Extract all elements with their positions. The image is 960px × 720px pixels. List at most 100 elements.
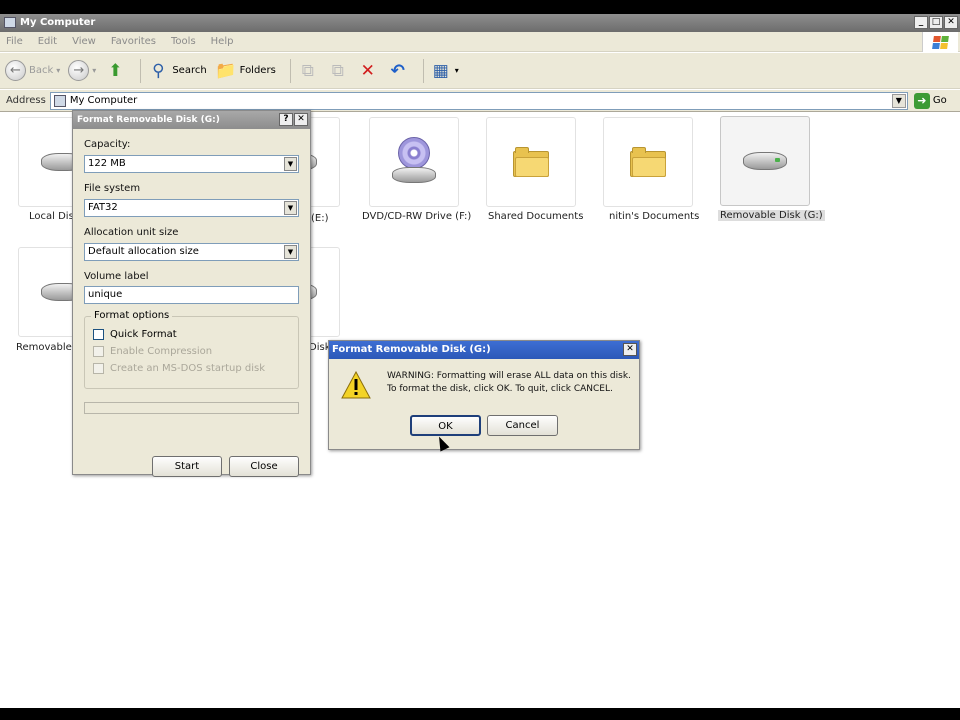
cd-drive-icon	[392, 137, 436, 187]
menu-tools[interactable]: Tools	[171, 36, 196, 47]
my-computer-icon	[53, 94, 66, 107]
format-dialog: Format Removable Disk (G:) ? ✕ Capacity:…	[72, 110, 311, 477]
copy-to-icon: ⧉	[331, 60, 344, 81]
go-arrow-icon: ➜	[913, 92, 930, 109]
address-value: My Computer	[69, 95, 138, 106]
checkbox-icon	[93, 363, 104, 374]
up-folder-icon: ⬆	[108, 60, 123, 81]
help-button[interactable]: ?	[279, 113, 293, 126]
format-options-group: Format options Quick Format Enable Compr…	[84, 310, 299, 389]
format-dialog-title-bar[interactable]: Format Removable Disk (G:) ? ✕	[73, 111, 310, 129]
undo-button[interactable]: ↶	[387, 60, 409, 82]
cancel-button[interactable]: Cancel	[487, 415, 558, 436]
views-button[interactable]: ▦ ▾	[430, 60, 459, 82]
start-button[interactable]: Start	[152, 456, 222, 477]
enable-compression-checkbox[interactable]: Enable Compression	[93, 346, 212, 357]
allocation-unit-select[interactable]: Default allocation size ▼	[84, 243, 299, 261]
folders-icon: 📁	[215, 60, 237, 81]
format-dialog-title: Format Removable Disk (G:)	[77, 115, 220, 125]
item-label: Removable Disk (G:)	[718, 210, 825, 221]
move-to-button[interactable]: ⧉	[297, 60, 319, 82]
shared-documents-item[interactable]	[486, 117, 576, 207]
checkbox-icon	[93, 329, 104, 340]
item-label: DVD/CD-RW Drive (F:)	[362, 211, 472, 222]
warning-message-line1: WARNING: Formatting will erase ALL data …	[387, 371, 631, 381]
address-bar: Address My Computer ▼ ➜ Go	[0, 90, 960, 112]
delete-x-icon: ✕	[360, 60, 375, 81]
warning-title-bar[interactable]: Format Removable Disk (G:) ✕	[329, 341, 639, 359]
checkbox-icon	[93, 346, 104, 357]
quick-format-checkbox[interactable]: Quick Format	[93, 329, 177, 340]
back-dropdown-icon: ▾	[56, 66, 61, 75]
item-label: Removable I	[16, 342, 78, 353]
item-label: nitin's Documents	[609, 211, 700, 222]
forward-arrow-icon: →	[68, 60, 90, 81]
views-dropdown-icon: ▾	[454, 66, 459, 75]
views-icon: ▦	[432, 60, 449, 81]
format-warning-dialog: Format Removable Disk (G:) ✕ WARNING: Fo…	[328, 340, 640, 450]
menu-bar: File Edit View Favorites Tools Help	[0, 32, 960, 52]
maximize-button[interactable]: □	[929, 16, 943, 29]
toolbar: ← Back ▾ → ▾ ⬆ ⚲ Search 📁 Folders ⧉ ⧉ ✕	[0, 53, 960, 89]
allocation-dropdown-icon[interactable]: ▼	[284, 245, 297, 259]
delete-button[interactable]: ✕	[357, 60, 379, 82]
close-button[interactable]: ✕	[944, 16, 958, 29]
ok-button[interactable]: OK	[410, 415, 481, 436]
move-to-icon: ⧉	[301, 60, 314, 81]
menu-file[interactable]: File	[6, 36, 23, 47]
folder-icon	[513, 147, 549, 177]
search-icon: ⚲	[152, 60, 165, 81]
folders-button[interactable]: 📁 Folders	[215, 60, 276, 82]
removable-drive-icon	[743, 152, 787, 170]
warning-title: Format Removable Disk (G:)	[332, 344, 491, 355]
search-button[interactable]: ⚲ Search	[147, 60, 207, 82]
windows-logo-icon	[922, 32, 958, 52]
removable-disk-g-item[interactable]	[720, 116, 810, 206]
toolbar-divider	[289, 58, 291, 83]
address-input[interactable]: My Computer ▼	[49, 91, 908, 110]
address-dropdown-icon[interactable]: ▼	[891, 93, 906, 108]
format-options-label: Format options	[91, 310, 173, 321]
copy-to-button[interactable]: ⧉	[327, 60, 349, 82]
go-button[interactable]: ➜ Go	[913, 92, 947, 109]
window-controls: _ □ ✕	[914, 16, 958, 29]
window-title: My Computer	[20, 17, 96, 28]
menu-view[interactable]: View	[72, 36, 96, 47]
forward-dropdown-icon: ▾	[92, 66, 97, 75]
volume-label-label: Volume label	[84, 271, 149, 282]
toolbar-divider	[422, 58, 424, 83]
back-arrow-icon: ←	[5, 60, 26, 81]
menu-help[interactable]: Help	[211, 36, 234, 47]
dvd-drive-item[interactable]	[369, 117, 459, 207]
nitins-documents-item[interactable]	[603, 117, 693, 207]
format-progress-bar	[84, 402, 299, 414]
item-label: Shared Documents	[488, 211, 584, 222]
folder-icon	[630, 147, 666, 177]
toolbar-divider	[140, 58, 142, 83]
file-system-dropdown-icon[interactable]: ▼	[284, 201, 297, 215]
close-button[interactable]: Close	[229, 456, 299, 477]
warning-icon	[341, 371, 371, 399]
file-system-label: File system	[84, 183, 141, 194]
capacity-select[interactable]: 122 MB ▼	[84, 155, 299, 173]
minimize-button[interactable]: _	[914, 16, 928, 29]
address-label: Address	[6, 95, 46, 106]
menu-favorites[interactable]: Favorites	[111, 36, 156, 47]
forward-button[interactable]: → ▾	[68, 60, 96, 81]
item-label: (E:)	[311, 213, 329, 224]
back-button[interactable]: ← Back ▾	[5, 60, 60, 81]
allocation-unit-label: Allocation unit size	[84, 227, 179, 238]
up-folder-button[interactable]: ⬆	[104, 60, 126, 82]
file-system-select[interactable]: FAT32 ▼	[84, 199, 299, 217]
menu-edit[interactable]: Edit	[38, 36, 57, 47]
warning-message-line2: To format the disk, click OK. To quit, c…	[387, 384, 613, 394]
capacity-dropdown-icon[interactable]: ▼	[284, 157, 297, 171]
window-title-bar[interactable]: My Computer _ □ ✕	[0, 14, 960, 32]
capacity-label: Capacity:	[84, 139, 131, 150]
msdos-startup-checkbox[interactable]: Create an MS-DOS startup disk	[93, 363, 265, 374]
volume-label-input[interactable]: unique	[84, 286, 299, 304]
undo-icon: ↶	[390, 60, 405, 81]
format-close-x-button[interactable]: ✕	[294, 113, 308, 126]
my-computer-window: My Computer _ □ ✕ File Edit View Favorit…	[0, 14, 960, 708]
warning-close-x-button[interactable]: ✕	[623, 343, 637, 356]
